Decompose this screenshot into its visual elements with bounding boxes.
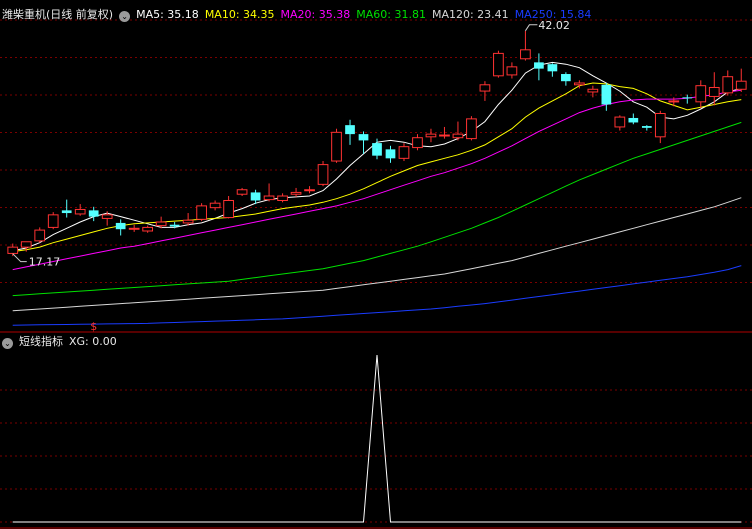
candle-body-down <box>61 210 72 214</box>
candle-body-up <box>439 134 450 137</box>
indicator-name[interactable]: 短线指标 <box>19 335 63 348</box>
candle-body-up <box>34 229 46 242</box>
candle-body-up <box>466 118 477 140</box>
ma-line-ma20 <box>12 89 742 271</box>
candle-body-up <box>668 100 680 103</box>
candle-body-up <box>209 202 221 209</box>
candle-body-up <box>290 191 302 195</box>
candle-body-up <box>452 133 464 139</box>
candle-body-up <box>574 82 585 86</box>
low-price-label: 17.17 <box>29 256 60 269</box>
ma250-label: MA250: 15.84 <box>514 8 592 21</box>
candle-body-down <box>547 64 558 72</box>
candle-body-down <box>534 62 544 69</box>
ma-line-ma120 <box>12 197 742 312</box>
candle-body-up <box>101 214 113 219</box>
candle-body-up <box>479 84 491 92</box>
candle-body-down <box>372 143 382 156</box>
indicator-value: XG: 0.00 <box>69 335 117 348</box>
candle-body-up <box>74 208 86 215</box>
candle-body-up <box>277 195 288 201</box>
ma20-label: MA20: 35.38 <box>280 8 351 21</box>
candle-body-up <box>506 66 518 76</box>
candle-body-down <box>561 74 571 82</box>
ma5-label: MA5: 35.18 <box>136 8 199 21</box>
indicator-panel-header: ⌄ 短线指标 XG: 0.00 <box>2 334 123 350</box>
candle-body-up <box>182 219 194 224</box>
signal-dollar-mark: $ <box>90 320 97 333</box>
candle-body-up <box>7 246 19 254</box>
chevron-down-icon[interactable]: ⌄ <box>2 338 13 349</box>
candle-body-up <box>708 86 720 97</box>
candle-body-down <box>628 117 639 123</box>
candle-body-down <box>682 97 693 99</box>
candle-body-down <box>345 125 355 135</box>
candle-body-down <box>250 192 261 201</box>
candle-body-up <box>47 214 59 228</box>
candle-body-up <box>223 199 234 219</box>
candle-body-up <box>263 195 275 201</box>
candle-body-down <box>385 149 396 159</box>
candle-body-up <box>20 241 32 248</box>
candle-body-up <box>520 49 531 60</box>
candle-body-down <box>88 210 99 217</box>
stock-chart: 42.0217.17$ <box>0 19 752 529</box>
chevron-down-icon[interactable]: ⌄ <box>119 11 131 22</box>
low-marker-line <box>12 253 27 263</box>
ma10-label: MA10: 34.35 <box>204 8 275 21</box>
candle-body-up <box>722 76 734 94</box>
candle-body-up <box>317 164 329 185</box>
candle-body-down <box>358 134 369 141</box>
xg-indicator-line <box>12 354 742 523</box>
candle-body-up <box>196 205 207 220</box>
ma60-label: MA60: 31.81 <box>356 8 426 21</box>
candle-body-up <box>735 80 747 90</box>
candle-body-down <box>169 224 180 227</box>
candle-body-up <box>412 137 423 149</box>
candle-body-up <box>614 116 626 128</box>
candle-body-up <box>142 226 154 232</box>
candle-body-up <box>155 221 167 227</box>
candle-body-up <box>331 131 342 162</box>
stock-title[interactable]: 潍柴重机(日线 前复权) <box>2 8 113 21</box>
candle-body-down <box>601 84 612 105</box>
candle-body-up <box>398 146 410 159</box>
ma120-label: MA120: 23.41 <box>431 8 509 21</box>
candle-body-down <box>115 222 126 230</box>
price-panel-header: 潍柴重机(日线 前复权) ⌄ MA5: 35.18 MA10: 34.35 MA20: … <box>2 7 597 23</box>
candle-body-up <box>695 85 707 103</box>
candle-body-up <box>304 189 315 192</box>
candle-body-up <box>236 189 248 195</box>
candle-body-up <box>493 52 504 77</box>
ma-line-ma250 <box>12 265 742 326</box>
candle-body-up <box>128 227 140 230</box>
candle-body-up <box>587 88 599 93</box>
candle-body-up <box>425 133 437 138</box>
candle-body-down <box>641 126 652 128</box>
high-marker-line <box>524 24 538 32</box>
candle-body-up <box>654 112 666 138</box>
